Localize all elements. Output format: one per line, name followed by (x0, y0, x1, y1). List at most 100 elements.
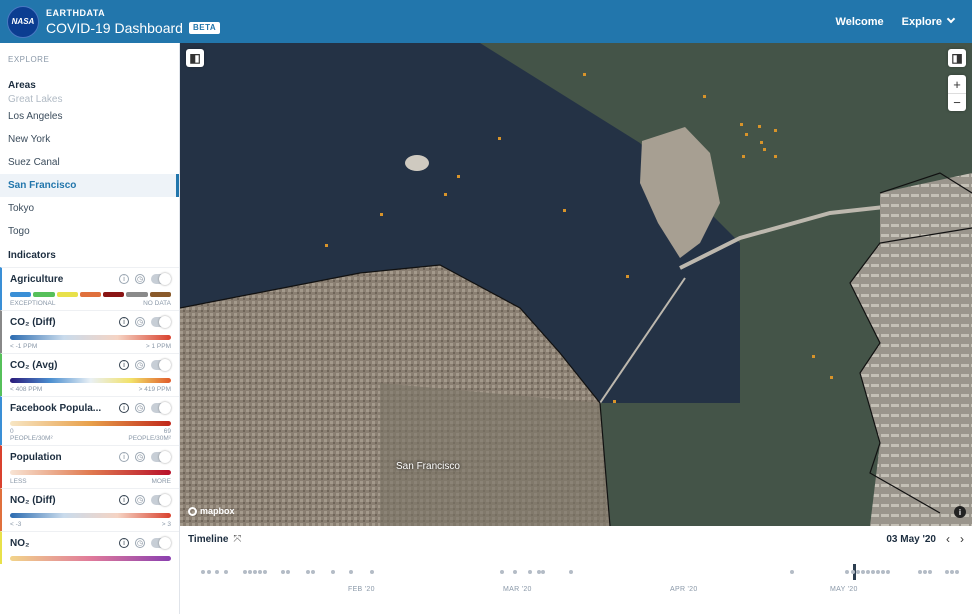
timeline-data-dot[interactable] (928, 570, 932, 574)
indicator-name: Population (10, 451, 62, 463)
timeline-data-dot[interactable] (201, 570, 205, 574)
info-icon[interactable]: i (119, 538, 129, 548)
info-icon[interactable]: i (119, 274, 129, 284)
timeline-data-dot[interactable] (331, 570, 335, 574)
indicator-population: Population i ◷ LESS MORE (0, 445, 179, 488)
info-icon[interactable]: i (119, 317, 129, 327)
timeline-data-dot[interactable] (955, 570, 959, 574)
toggle-sidebar-left-button[interactable]: ◧ (186, 49, 204, 67)
nav-explore-menu[interactable]: Explore (901, 14, 956, 28)
timeline-data-dot[interactable] (370, 570, 374, 574)
clock-icon: ◷ (135, 317, 145, 327)
timeline-data-dot[interactable] (871, 570, 875, 574)
timeline-data-dot[interactable] (215, 570, 219, 574)
timeline-data-dot[interactable] (950, 570, 954, 574)
timeline-data-dot[interactable] (866, 570, 870, 574)
timeline-data-dot[interactable] (281, 570, 285, 574)
timeline-data-dot[interactable] (258, 570, 262, 574)
clock-icon: ◷ (135, 274, 145, 284)
timeline-data-dot[interactable] (500, 570, 504, 574)
legend-high-unit: PEOPLE/30M² (128, 435, 171, 442)
timeline-title: Timeline (188, 533, 229, 545)
nasa-logo[interactable]: NASA (7, 5, 39, 38)
current-date: 03 May '20 (886, 533, 936, 545)
timeline-data-dot[interactable] (513, 570, 517, 574)
timeline-data-dot[interactable] (856, 570, 860, 574)
sidebar-item-togo[interactable]: Togo (0, 220, 179, 243)
clock-icon: ◷ (135, 495, 145, 505)
timeline-data-dot[interactable] (861, 570, 865, 574)
legend-high: > 1 PPM (145, 343, 171, 350)
legend-gradient (10, 335, 171, 340)
sidebar-item-great-lakes[interactable]: Great Lakes (0, 95, 179, 105)
indicator-toggle[interactable] (151, 316, 171, 328)
indicator-toggle[interactable] (151, 402, 171, 414)
timeline-data-dot[interactable] (845, 570, 849, 574)
timeline-data-dot[interactable] (945, 570, 949, 574)
timeline-data-dot[interactable] (886, 570, 890, 574)
prev-date-button[interactable]: ‹ (946, 532, 950, 546)
nav-welcome-link[interactable]: Welcome (836, 16, 884, 28)
sidebar-item-san-francisco[interactable]: San Francisco (0, 174, 179, 197)
timeline-data-dot[interactable] (918, 570, 922, 574)
indicator-toggle[interactable] (151, 537, 171, 549)
indicator-facebook-population: Facebook Popula... i ◷ 0 69 PEOPLE/30M² PE… (0, 396, 179, 445)
timeline-data-dot[interactable] (263, 570, 267, 574)
timeline-data-dot[interactable] (311, 570, 315, 574)
timeline-data-dot[interactable] (876, 570, 880, 574)
attribution-info-button[interactable]: i (954, 506, 966, 518)
sidebar-item-suez-canal[interactable]: Suez Canal (0, 151, 179, 174)
timeline-data-dot[interactable] (207, 570, 211, 574)
indicator-toggle[interactable] (151, 451, 171, 463)
timeline-data-dot[interactable] (286, 570, 290, 574)
brand[interactable]: EARTHDATA COVID-19 Dashboard BETA (46, 8, 221, 35)
zoom-in-button[interactable]: + (948, 75, 966, 93)
indicator-no2-diff: NO₂ (Diff) i ◷ < -3 > 3 (0, 488, 179, 531)
sidebar-item-tokyo[interactable]: Tokyo (0, 197, 179, 220)
legend-high: 69 (163, 428, 171, 435)
indicator-toggle[interactable] (151, 494, 171, 506)
mapbox-label: mapbox (200, 506, 235, 516)
timeline-axis[interactable]: FEB '20 MAR '20 APR '20 MAY '20 (180, 556, 972, 596)
zoom-out-button[interactable]: − (948, 93, 966, 111)
timeline-data-dot[interactable] (243, 570, 247, 574)
sidebar[interactable]: EXPLORE Areas Great Lakes Los Angeles Ne… (0, 43, 180, 614)
sidebar-item-los-angeles[interactable]: Los Angeles (0, 105, 179, 128)
timeline-data-dot[interactable] (851, 570, 855, 574)
month-label: APR '20 (670, 586, 698, 593)
info-icon[interactable]: i (119, 360, 129, 370)
toggle-panel-right-button[interactable]: ◨ (948, 49, 966, 67)
mapbox-logo[interactable]: mapbox (188, 506, 235, 516)
legend-low: LESS (10, 478, 27, 485)
timeline-panel: Timeline ⤧ 03 May '20 ‹ › FEB '20 MAR '2… (180, 526, 972, 614)
timeline-data-dot[interactable] (224, 570, 228, 574)
timeline-data-dot[interactable] (790, 570, 794, 574)
next-date-button[interactable]: › (960, 532, 964, 546)
legend-high: NO DATA (143, 300, 171, 307)
timeline-data-dot[interactable] (569, 570, 573, 574)
timeline-data-dot[interactable] (881, 570, 885, 574)
indicator-no2: NO₂ i ◷ (0, 531, 179, 564)
info-icon[interactable]: i (119, 495, 129, 505)
timeline-data-dot[interactable] (923, 570, 927, 574)
info-icon[interactable]: i (119, 403, 129, 413)
legend-low-unit: PEOPLE/30M² (10, 435, 53, 442)
explore-label: EXPLORE (8, 55, 50, 64)
timeline-data-dot[interactable] (253, 570, 257, 574)
info-icon[interactable]: i (119, 452, 129, 462)
map-view[interactable]: ◧ ◨ + − San Francisco mapbox i (180, 43, 972, 526)
indicator-name: Facebook Popula... (10, 402, 102, 414)
indicator-toggle[interactable] (151, 273, 171, 285)
collapse-icon[interactable]: ⤧ (233, 534, 241, 545)
legend-swatch (33, 292, 55, 297)
nav-explore-label: Explore (901, 15, 942, 28)
sidebar-item-new-york[interactable]: New York (0, 128, 179, 151)
timeline-data-dot[interactable] (248, 570, 252, 574)
indicator-toggle[interactable] (151, 359, 171, 371)
timeline-data-dot[interactable] (306, 570, 310, 574)
timeline-data-dot[interactable] (528, 570, 532, 574)
beta-badge: BETA (188, 21, 221, 34)
clock-icon: ◷ (135, 360, 145, 370)
timeline-data-dot[interactable] (349, 570, 353, 574)
timeline-data-dot[interactable] (541, 570, 545, 574)
